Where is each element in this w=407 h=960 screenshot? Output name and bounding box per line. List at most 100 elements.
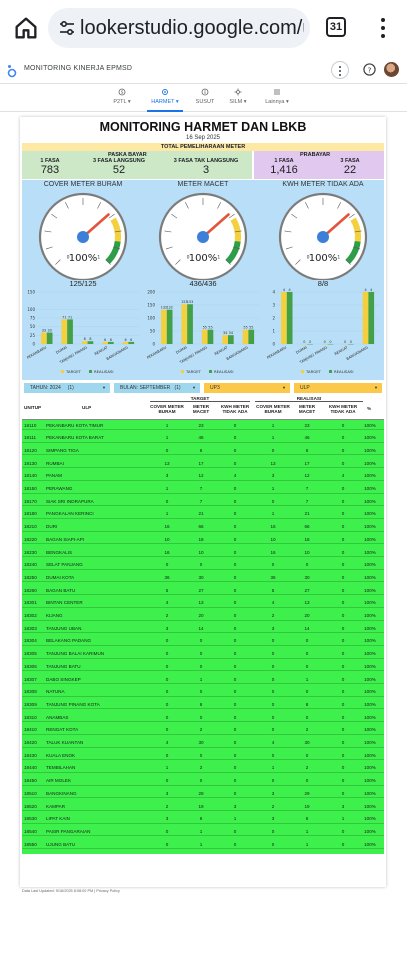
table-row[interactable]: 18240 SELAT PANJANG 0 0 0 0 0 0 100% — [22, 560, 384, 570]
gauge-hub — [77, 231, 89, 243]
table-cell: 0 — [233, 790, 237, 796]
filter-ulp[interactable]: ULP ▼ — [294, 383, 382, 393]
silm-icon — [234, 88, 242, 96]
kebab-menu-icon[interactable] — [378, 16, 388, 40]
table-cell: 0 — [305, 562, 309, 568]
table-cell: 30 — [198, 740, 204, 745]
table-row[interactable]: 18430 KUALA ENOK 0 0 0 0 0 0 100% — [22, 750, 384, 761]
address-bar[interactable]: lookerstudio.google.com/u/0 — [48, 8, 310, 48]
looker-studio-logo-icon — [7, 65, 17, 78]
tab-lainnya[interactable]: Lainnya ▾ — [253, 86, 301, 110]
table-row[interactable]: 18250 DUMAI KOTA 36 30 0 36 30 0 100% — [22, 572, 384, 583]
category-label: RENGAT — [214, 345, 229, 356]
table-cell: 100% — [364, 689, 376, 695]
table-cell: 0 — [271, 498, 275, 504]
table-row[interactable]: 18305 TANJUNG BALAI KARIMUN 0 0 0 0 0 0 100% — [22, 649, 384, 659]
legend-swatch-realisasi — [329, 370, 332, 373]
table-cell: 0 — [165, 714, 169, 720]
col-realisasi-meter-macet[interactable]: METER MACET — [292, 404, 322, 414]
table-row[interactable]: 18310 ANAMBAS 0 0 0 0 0 0 100% — [22, 712, 384, 723]
category-label: DUMAI — [295, 345, 307, 354]
home-icon[interactable] — [12, 14, 40, 42]
table-row[interactable]: 18304 BELAKANG PADANG 0 0 0 0 0 0 100% — [22, 636, 384, 646]
table-row[interactable]: 18140 PANAM 3 12 4 3 12 4 100% — [22, 471, 384, 481]
col-realisasi-cover-meter-buram[interactable]: COVER METER BURAM — [254, 404, 292, 414]
table-row[interactable]: 18410 RENGAT KOTA 0 2 0 0 2 0 100% — [22, 725, 384, 735]
tune-icon[interactable] — [58, 19, 76, 37]
table-cell: 30 — [304, 574, 310, 580]
p2tl-icon: $ — [118, 88, 126, 96]
table-cell: 0 — [165, 752, 169, 758]
metric-paska-3fasa-tak-langsung: 3 FASA TAK LANGSUNG 3 — [173, 158, 239, 176]
table-row[interactable]: 18260 BAGAN BATU 5 27 0 5 27 0 100% — [22, 585, 384, 596]
table-cell: 100% — [364, 752, 376, 758]
table-row[interactable]: 18308 NATUNA 0 0 0 0 0 0 100% — [22, 687, 384, 697]
filter-bulan[interactable]: BULAN: SEPTEMBER (1) ▼ — [114, 383, 200, 393]
table-cell: 16 — [270, 549, 276, 555]
table-row[interactable]: 18450 AIR MOLEK 0 0 0 0 0 0 100% — [22, 776, 384, 786]
col-realisasi-kwh-tidak-ada[interactable]: KWH METER TIDAK ADA — [324, 404, 362, 414]
table-row[interactable]: 18170 SIAK SRI INDRAPURA 0 7 0 0 7 0 100% — [22, 496, 384, 507]
table-cell: 66 — [198, 524, 204, 530]
table-row[interactable]: 18210 DURI 16 66 0 16 66 0 100% — [22, 522, 384, 532]
table-cell: 0 — [233, 625, 237, 631]
col-target-meter-macet[interactable]: METER MACET — [186, 404, 216, 414]
table-cell: 46 — [198, 435, 204, 441]
table-row[interactable]: 18540 PASIR PANGARAIAN 0 1 0 0 1 0 100% — [22, 826, 384, 837]
table-row[interactable]: 18302 KIJANG 2 20 0 2 20 0 100% — [22, 611, 384, 621]
table-cell: 0 — [305, 778, 309, 784]
table-cell: 100% — [364, 828, 376, 834]
table-row[interactable]: 18550 UJUNG BATU 0 1 0 0 1 0 100% — [22, 839, 384, 850]
bar-realisasi — [286, 292, 293, 344]
table-row[interactable]: 18130 RUMBAI 13 17 0 13 17 0 100% — [22, 458, 384, 469]
table-row[interactable]: 18120 SIMPANG TIGA 0 6 0 0 6 0 100% — [22, 445, 384, 456]
help-icon[interactable]: ? — [363, 63, 376, 76]
table-row[interactable]: 18307 DABO SINGKEP 0 1 0 0 1 0 100% — [22, 674, 384, 684]
table-cell: PANAM — [46, 473, 62, 479]
footer-text: Data Last Updated: 9/16/2025 8:08:00 PM … — [22, 889, 120, 893]
data-label: 34 — [223, 331, 227, 335]
table-row[interactable]: 18110 PEKANBARU KOTA TIMUR 1 23 0 1 23 0 100% — [22, 420, 384, 430]
data-label: 6 — [124, 338, 126, 342]
table-row[interactable]: 18111 PEKANBARU KOTA BARAT 1 46 0 1 46 0 100% — [22, 433, 384, 443]
table-row[interactable]: 18303 TANJUNG UBAN 3 14 0 3 14 0 100% — [22, 623, 384, 634]
col-target-cover-meter-buram[interactable]: COVER METER BURAM — [148, 404, 186, 414]
col-target-kwh-tidak-ada[interactable]: KWH METER TIDAK ADA — [218, 404, 252, 414]
filter-up3[interactable]: UP3 ▼ — [204, 383, 290, 393]
table-row[interactable]: 18530 LIPAT KAIN 3 6 1 3 6 1 100% — [22, 814, 384, 824]
table-row[interactable]: 18301 BINTAN CENTER 4 13 0 4 13 0 100% — [22, 598, 384, 608]
tab-switcher-button[interactable]: 31 — [326, 17, 346, 37]
table-cell: PEKANBARU KOTA TIMUR — [46, 422, 104, 428]
table-cell: 10 — [198, 549, 204, 555]
col-ulp[interactable]: ULP — [82, 405, 91, 410]
y-tick-label: 50 — [30, 324, 36, 329]
gauge-0: 0 1100% — [38, 192, 128, 280]
avatar[interactable] — [384, 62, 399, 77]
table-row[interactable]: 18440 TEMBILAHAN 1 2 0 1 2 0 100% — [22, 763, 384, 773]
table-row[interactable]: 18420 TALUK KUANTAN 4 30 0 4 30 0 100% — [22, 738, 384, 748]
table-cell: 0 — [233, 435, 237, 441]
table-cell: TALUK KUANTAN — [46, 740, 84, 745]
table-row[interactable]: 18180 PANGKALAN KERINCI 1 21 0 1 21 0 100% — [22, 509, 384, 519]
category-label: RENGAT — [94, 345, 109, 356]
table-row[interactable]: 18220 BAGAN SIAPI-API 10 18 0 10 18 0 100% — [22, 534, 384, 545]
table-row[interactable]: 18309 TANJUNG PINANG KOTA 0 8 0 0 8 0 100% — [22, 699, 384, 710]
table-row[interactable]: 18150 PERAWANG 1 7 0 1 7 0 100% — [22, 484, 384, 494]
table-cell: 2 — [305, 765, 309, 771]
col-unitup[interactable]: UNITUP — [24, 405, 41, 410]
table-row[interactable]: 18520 KAMPAR 2 19 3 2 19 3 100% — [22, 801, 384, 811]
filter-tahun[interactable]: TAHUN: 2024 (1) ▼ — [24, 383, 110, 393]
table-row[interactable]: 18510 BANGKINANG 3 29 0 3 29 0 100% — [22, 788, 384, 799]
table-cell: 0 — [341, 536, 345, 542]
page-navigation: $ P2TL ▾ HARMET ▾ SUSUT SILM ▾ Lainnya ▾ — [0, 84, 407, 112]
table-cell: 13 — [198, 600, 204, 606]
bar-target — [242, 329, 249, 344]
table-row[interactable]: 18230 BENGKALIS 16 10 0 16 10 0 100% — [22, 547, 384, 557]
col-percent[interactable]: % — [362, 406, 376, 411]
tab-p2tl[interactable]: $ P2TL ▾ — [98, 86, 146, 110]
more-vertical-icon[interactable] — [331, 61, 349, 79]
table-row[interactable]: 18306 TANJUNG BATU 0 0 0 0 0 0 100% — [22, 661, 384, 672]
table-cell: BAGAN SIAPI-API — [46, 536, 85, 542]
url-text[interactable]: lookerstudio.google.com/u/0 — [80, 17, 304, 40]
bar-target — [181, 304, 188, 344]
